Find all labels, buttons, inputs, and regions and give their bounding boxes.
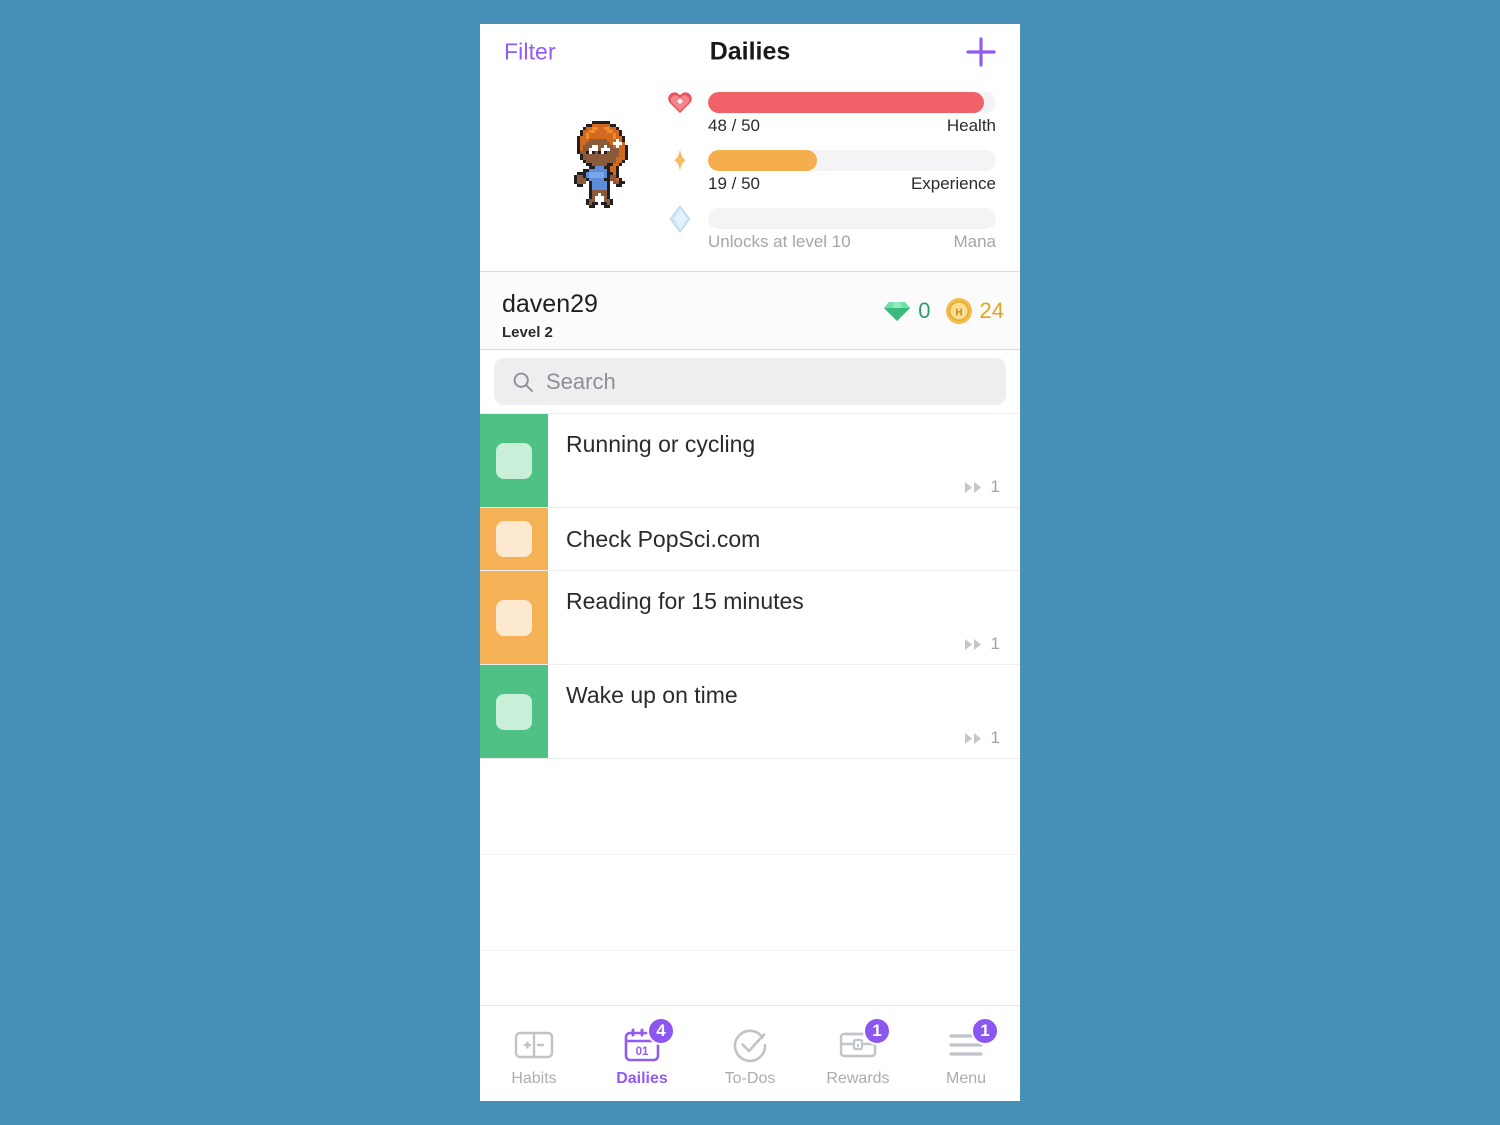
avatar-sprite [565,118,637,208]
health-value: 48 / 50 [708,116,760,135]
gem-icon [884,301,911,321]
health-bar-row: 48 / 50 Health [666,80,1010,138]
task-title: Check PopSci.com [566,525,761,552]
bottom-tab-bar: Habits 01 4 Dailies To-Dos 1 Rewards 1 Menu [480,1005,1020,1101]
empty-list-row [480,855,1020,951]
search-input[interactable]: Search [494,358,1006,405]
tab-label: Habits [511,1069,557,1087]
fast-forward-icon [964,638,981,650]
page-title: Dailies [709,37,791,66]
experience-bar-labels: 19 / 50 Experience [708,174,996,194]
hamburger-menu-icon: 1 [943,1016,999,1064]
task-priority-bar [480,508,548,570]
heart-icon [666,89,694,117]
task-streak: 1 [964,465,1002,497]
navigation-bar: Filter Dailies [480,24,1020,80]
task-priority-bar [480,414,548,507]
tab-label: Menu [945,1069,987,1087]
table-row[interactable]: Wake up on time 1 [480,665,1020,759]
mana-bar-row: Unlocks at level 10 Mana [666,196,1010,254]
stats-panel: 48 / 50 Health 19 / 50 Experience Unlock… [480,80,1020,272]
check-circle-icon [727,1026,773,1064]
task-title: Reading for 15 minutes [566,588,804,614]
task-streak: 1 [964,622,1002,654]
currency-group: 0 H 24 [883,297,1004,325]
badge-count: 1 [971,1016,999,1045]
tab-label: To-Dos [724,1069,776,1087]
health-label: Health [946,116,996,135]
search-placeholder: Search [546,368,616,394]
task-body: Wake up on time 1 [548,665,1020,758]
add-task-button[interactable] [964,35,998,69]
diamond-icon [666,205,694,233]
fast-forward-icon [964,481,981,493]
task-title: Running or cycling [566,431,756,457]
experience-value: 19 / 50 [708,174,760,193]
health-bar-fill [708,92,985,113]
task-checkbox[interactable] [496,442,532,479]
health-bar-track [708,92,996,113]
fast-forward-icon [964,732,981,744]
table-row[interactable]: Reading for 15 minutes 1 [480,571,1020,665]
habits-plusminus-icon [511,1026,557,1064]
badge-count: 4 [647,1016,675,1045]
experience-bar-track [708,150,996,171]
gold-value: 24 [979,297,1004,323]
search-icon [513,372,533,392]
mana-label: Mana [953,232,996,251]
gems-value: 0 [918,297,931,323]
tab-menu[interactable]: 1 Menu [912,1006,1020,1101]
star-icon [666,147,694,175]
task-list: Running or cycling 1 Check PopSci.com Readi… [480,414,1020,759]
task-streak-count: 1 [990,477,1000,496]
mana-value: Unlocks at level 10 [708,232,851,251]
search-bar-container: Search [480,350,1020,414]
task-streak-count: 1 [990,728,1000,747]
user-bar[interactable]: daven29 Level 2 0 H 24 [480,272,1020,350]
tab-rewards[interactable]: 1 Rewards [804,1006,912,1101]
tab-to-dos[interactable]: To-Dos [696,1006,804,1101]
task-checkbox[interactable] [496,521,532,557]
task-body: Running or cycling 1 [548,414,1020,507]
plus-icon [966,37,996,67]
task-streak: 1 [964,716,1002,748]
tab-habits[interactable]: Habits [480,1006,588,1101]
user-level: Level 2 [502,324,553,341]
gold-coin-icon: H [945,297,972,324]
gems-indicator[interactable]: 0 [883,297,931,324]
mana-bar-track [708,208,996,229]
task-body: Check PopSci.com [548,508,1020,570]
task-checkbox[interactable] [496,599,532,636]
table-row[interactable]: Check PopSci.com [480,508,1020,571]
health-bar-labels: 48 / 50 Health [708,116,996,136]
gold-indicator[interactable]: H 24 [945,297,1004,325]
experience-bar-fill [708,150,818,171]
tab-label: Dailies [616,1069,668,1087]
phone-screen: Filter Dailies 48 / 50 Health 19 / 50 Ex… [480,24,1020,1101]
treasure-chest-icon: 1 [835,1016,891,1064]
tab-label: Rewards [826,1069,890,1087]
empty-list-row [480,759,1020,855]
table-row[interactable]: Running or cycling 1 [480,414,1020,508]
task-priority-bar [480,665,548,758]
stat-bars: 48 / 50 Health 19 / 50 Experience Unlock… [666,80,1010,254]
calendar-01-icon: 01 4 [619,1016,675,1064]
task-streak-count: 1 [990,634,1000,653]
avatar[interactable] [546,108,656,218]
svg-text:H: H [955,307,962,318]
task-checkbox[interactable] [496,693,532,730]
user-name: daven29 [502,290,598,318]
tab-dailies[interactable]: 01 4 Dailies [588,1006,696,1101]
task-priority-bar [480,571,548,664]
task-body: Reading for 15 minutes 1 [548,571,1020,664]
svg-text:01: 01 [636,1046,649,1058]
badge-count: 1 [863,1016,891,1045]
mana-bar-labels: Unlocks at level 10 Mana [708,232,996,252]
experience-bar-row: 19 / 50 Experience [666,138,1010,196]
experience-label: Experience [910,174,996,193]
task-title: Wake up on time [566,682,738,708]
